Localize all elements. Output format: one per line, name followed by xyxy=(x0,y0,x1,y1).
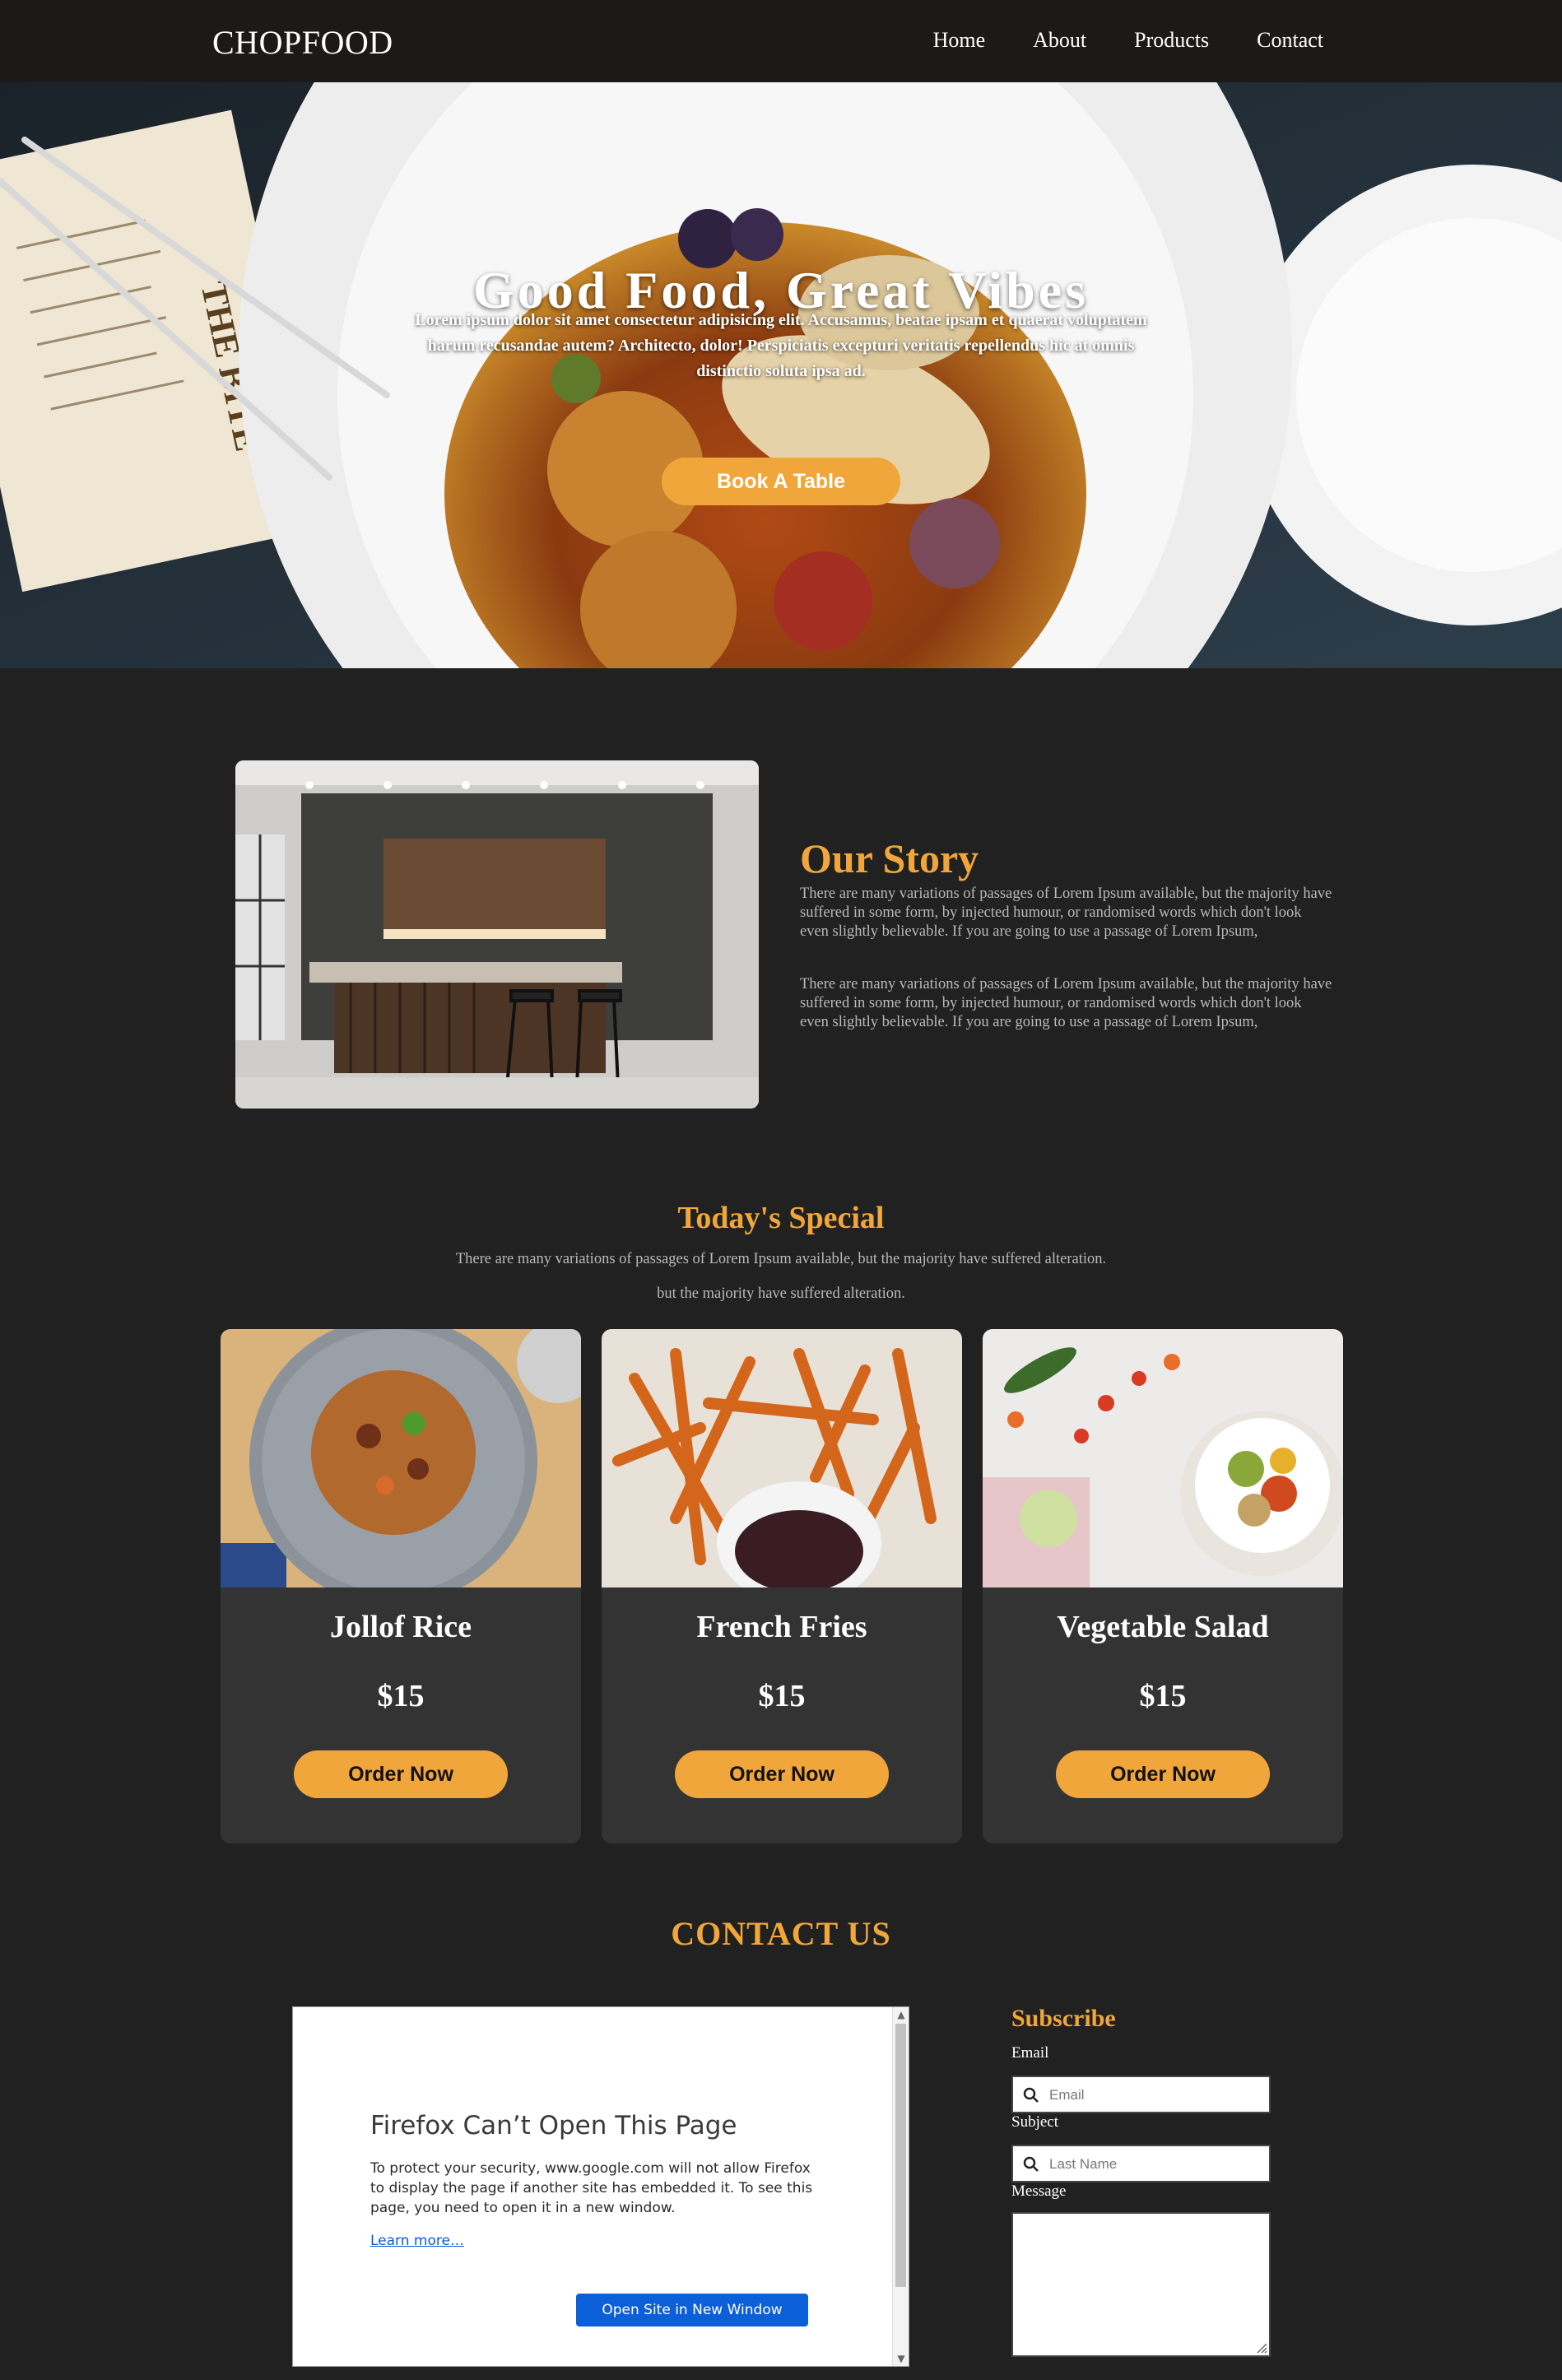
vegetable-salad-image xyxy=(983,1329,1343,1587)
menu-item-name: French Fries xyxy=(696,1610,867,1644)
message-label: Message xyxy=(1011,2182,1067,2200)
embed-error-body: To protect your security, www.google.com… xyxy=(370,2160,813,2216)
subscribe-title: Subscribe xyxy=(1011,2005,1116,2032)
map-embed-frame[interactable]: Firefox Can’t Open This Page To protect … xyxy=(292,2006,909,2367)
nav-link-home[interactable]: Home xyxy=(933,28,986,53)
embed-error-message: Firefox Can’t Open This Page To protect … xyxy=(370,2111,815,2249)
scrollbar-thumb[interactable] xyxy=(895,2024,906,2287)
contact-title: CONTACT US xyxy=(671,1915,891,1952)
menu-item-price: $15 xyxy=(1139,1679,1187,1713)
jollof-rice-image xyxy=(221,1329,581,1587)
book-table-button[interactable]: Book A Table xyxy=(662,458,900,505)
subject-placeholder: Last Name xyxy=(1049,2156,1118,2172)
embed-error-title: Firefox Can’t Open This Page xyxy=(370,2111,737,2141)
story-paragraph: There are many variations of passages of… xyxy=(800,976,1332,1030)
message-textarea[interactable] xyxy=(1011,2212,1271,2357)
nav-link-products[interactable]: Products xyxy=(1134,28,1209,53)
subject-label: Subject xyxy=(1011,2113,1058,2131)
email-placeholder: Email xyxy=(1049,2087,1085,2103)
navbar: CHOPFOOD Home About Products Contact xyxy=(0,0,1562,82)
hero-subtitle: Lorem ipsum dolor sit amet consectetur a… xyxy=(415,311,1147,380)
hero-section: THE BITE Good Food, Great Vibes Lorem ip… xyxy=(0,82,1562,668)
special-subtitle: There are many variations of passages of… xyxy=(455,1251,1107,1267)
order-now-button[interactable]: Order Now xyxy=(294,1750,508,1798)
french-fries-image xyxy=(602,1329,962,1587)
scroll-up-icon[interactable]: ▲ xyxy=(893,2009,909,2020)
email-label: Email xyxy=(1011,2044,1049,2062)
order-now-button[interactable]: Order Now xyxy=(1056,1750,1270,1798)
search-icon xyxy=(1023,2156,1039,2172)
special-subtitle: but the majority have suffered alteratio… xyxy=(657,1285,905,1302)
nav-link-about[interactable]: About xyxy=(1033,28,1086,53)
menu-card: French Fries $15 Order Now xyxy=(602,1329,962,1843)
menu-card: Jollof Rice $15 Order Now xyxy=(221,1329,581,1843)
search-icon xyxy=(1023,2087,1039,2103)
kitchen-image xyxy=(235,760,759,1109)
scroll-down-icon[interactable]: ▼ xyxy=(893,2353,909,2364)
menu-item-price: $15 xyxy=(377,1679,425,1713)
story-paragraph: There are many variations of passages of… xyxy=(800,886,1332,940)
subject-field[interactable]: Last Name xyxy=(1011,2145,1271,2182)
menu-item-name: Vegetable Salad xyxy=(1057,1610,1269,1644)
nav-link-contact[interactable]: Contact xyxy=(1257,28,1323,53)
nav-links: Home About Products Contact xyxy=(886,28,1323,53)
embed-scrollbar[interactable]: ▲ ▼ xyxy=(892,2007,909,2366)
resize-grip-icon[interactable] xyxy=(1256,2342,1267,2354)
learn-more-link[interactable]: Learn more… xyxy=(370,2233,464,2249)
email-field[interactable]: Email xyxy=(1011,2076,1271,2113)
order-now-button[interactable]: Order Now xyxy=(675,1750,889,1798)
menu-card: Vegetable Salad $15 Order Now xyxy=(983,1329,1343,1843)
story-title: Our Story xyxy=(800,835,979,881)
hero-text: Good Food, Great Vibes Lorem ipsum dolor… xyxy=(0,262,1562,384)
menu-item-name: Jollof Rice xyxy=(329,1610,472,1644)
special-title: Today's Special xyxy=(677,1201,885,1235)
site-logo[interactable]: CHOPFOOD xyxy=(212,23,393,62)
menu-item-price: $15 xyxy=(758,1679,806,1713)
open-new-window-button[interactable]: Open Site in New Window xyxy=(576,2294,808,2327)
